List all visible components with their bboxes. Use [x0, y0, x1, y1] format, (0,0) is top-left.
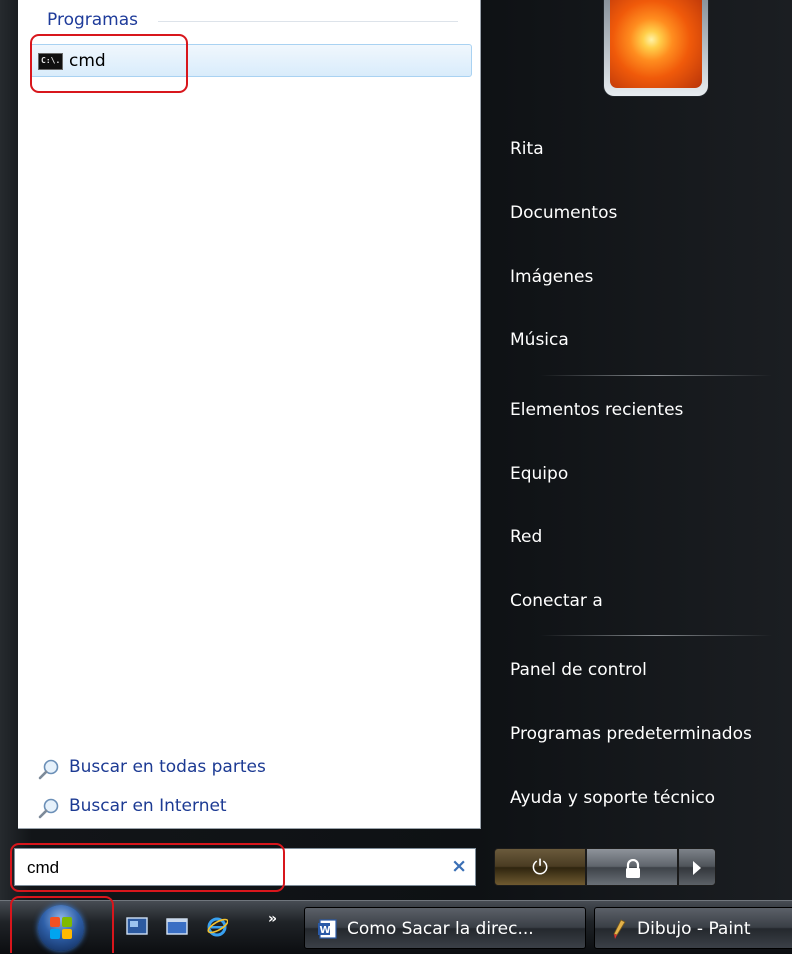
menu-item-music[interactable]: Música: [510, 330, 569, 350]
paint-icon: [613, 919, 626, 939]
taskbar-button-paint[interactable]: Dibujo - Paint: [594, 907, 792, 949]
program-result-cmd[interactable]: C:\. cmd: [30, 44, 472, 77]
start-button[interactable]: [20, 905, 100, 951]
power-options-button[interactable]: [678, 848, 716, 886]
power-icon: ⏻: [532, 855, 548, 879]
internet-explorer-icon[interactable]: [206, 915, 228, 937]
menu-item-default-programs[interactable]: Programas predeterminados: [510, 724, 752, 744]
taskbar-button-word[interactable]: W Como Sacar la direc...: [304, 907, 586, 949]
lock-icon: [626, 859, 640, 878]
menu-item-documents[interactable]: Documentos: [510, 203, 617, 223]
menu-item-recent[interactable]: Elementos recientes: [510, 400, 683, 420]
magnifier-icon: [38, 759, 59, 780]
menu-separator: [540, 375, 772, 376]
switch-windows-icon[interactable]: [166, 915, 188, 937]
flower-avatar-image: [610, 0, 702, 88]
taskbar-paint-label: Dibujo - Paint: [637, 919, 751, 939]
windows-logo-icon: [50, 917, 72, 939]
program-result-label: cmd: [69, 51, 106, 71]
section-divider: [158, 21, 458, 22]
arrow-right-icon: [693, 861, 701, 875]
word-icon: W: [318, 919, 337, 939]
start-menu-left-pane: Programas C:\. cmd Buscar en todas parte…: [18, 0, 481, 829]
start-search-input[interactable]: [25, 855, 429, 881]
menu-item-computer[interactable]: Equipo: [510, 464, 568, 484]
menu-item-pictures[interactable]: Imágenes: [510, 267, 593, 287]
programs-section-label: Programas: [47, 10, 139, 30]
power-button[interactable]: ⏻: [494, 848, 586, 886]
show-desktop-icon[interactable]: [126, 915, 148, 937]
menu-item-connect[interactable]: Conectar a: [510, 591, 603, 611]
svg-text:W: W: [320, 925, 331, 936]
start-search-box[interactable]: ×: [14, 848, 476, 886]
menu-item-help[interactable]: Ayuda y soporte técnico: [510, 788, 715, 808]
menu-item-user[interactable]: Rita: [510, 139, 544, 159]
cmd-icon: C:\.: [38, 53, 63, 70]
magnifier-icon: [38, 798, 59, 819]
quick-launch-more[interactable]: »: [268, 911, 277, 927]
clear-search-icon[interactable]: ×: [451, 855, 467, 877]
taskbar-word-label: Como Sacar la direc...: [347, 919, 534, 939]
menu-item-network[interactable]: Red: [510, 527, 542, 547]
taskbar: » W Como Sacar la direc... Dibujo - Pain…: [0, 900, 792, 954]
menu-item-control-panel[interactable]: Panel de control: [510, 660, 647, 680]
cmd-icon-text: C:\.: [41, 56, 61, 65]
start-menu: Programas C:\. cmd Buscar en todas parte…: [0, 0, 792, 900]
user-picture[interactable]: [604, 0, 708, 96]
search-everywhere-label: Buscar en todas partes: [69, 757, 266, 777]
lock-button[interactable]: [586, 848, 678, 886]
search-internet-label: Buscar en Internet: [69, 796, 227, 816]
menu-separator: [540, 635, 772, 636]
power-button-group: ⏻: [494, 848, 724, 886]
